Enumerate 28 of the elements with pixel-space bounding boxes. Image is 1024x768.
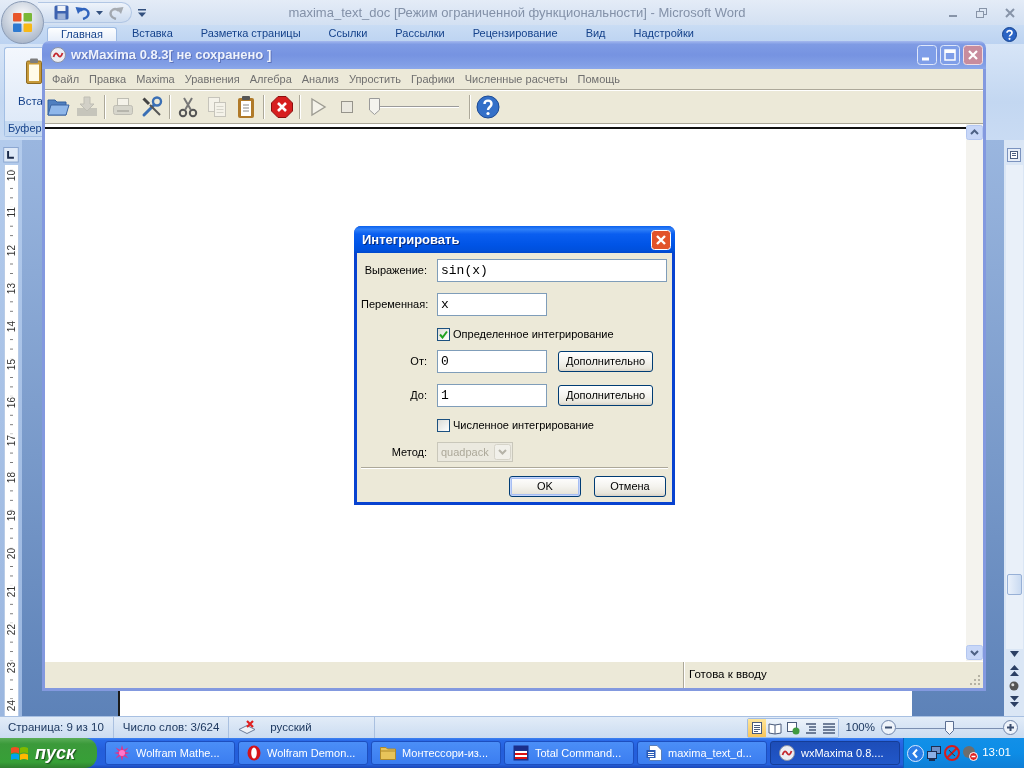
ruler-number: 24 [5,698,17,712]
field-label: Метод: [390,444,427,460]
status-text: Готова к вводу [688,667,768,682]
clock: 13:01 [982,745,1011,761]
dialog-title: Интегрировать [362,230,461,249]
ruler-number: 16 [5,395,17,409]
ruler-number: 20 [5,547,17,561]
ruler-number: 23 [5,660,17,674]
group-label: Буфер [5,121,42,136]
ruler-number: 17 [5,433,17,447]
field-label: От: [409,354,427,370]
ruler-number: 21 [5,585,17,599]
window-title: wxMaxima 0.8.3[ не сохранено ] [71,46,273,65]
page-count: Страница: 9 из 10 [8,719,104,735]
field-label: Выражение: [363,263,427,279]
ruler-number: 22 [5,622,17,636]
word-count: Число слов: 3/624 [122,719,220,735]
ruler-number: 11 [5,206,17,219]
window-title: maxima_text_doc [Режим ограниченной функциональности] - Microsoft Word [287,3,747,22]
ruler-number: 18 [5,471,17,485]
ruler-number: 13 [5,282,17,296]
ruler-number: 15 [5,357,17,371]
ruler-number: 14 [5,319,17,334]
ruler-number: 19 [5,509,17,523]
field-label: До: [409,388,427,404]
ruler-number: 12 [5,244,17,258]
ruler-number: 10 [5,168,17,182]
field-label: Переменная: [361,297,427,313]
